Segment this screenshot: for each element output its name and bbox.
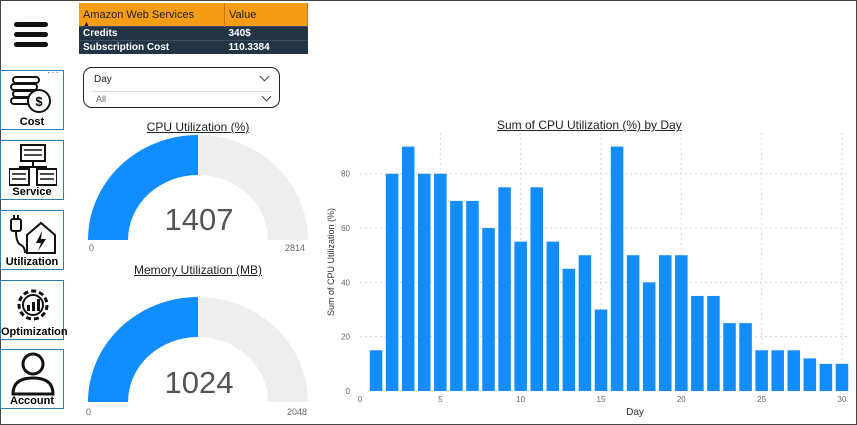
chevron-down-icon[interactable] xyxy=(261,91,272,102)
money-stack-icon: $ xyxy=(10,76,51,113)
nav-cost-label: Cost xyxy=(19,116,45,128)
row-value: 340$ xyxy=(224,26,308,41)
cpu-gauge-title: CPU Utilization (%) xyxy=(146,120,250,134)
bar xyxy=(803,358,817,391)
x-tick-label: 20 xyxy=(677,395,686,404)
aws-cost-table: Amazon Web Services Value Credits 340$ S… xyxy=(79,3,308,54)
y-axis-label: Sum of CPU Utilization (%) xyxy=(326,208,336,316)
svg-text:$: $ xyxy=(35,94,43,109)
slicer-dropdown[interactable]: All xyxy=(92,91,272,105)
table-header-row: Amazon Web Services Value xyxy=(79,3,308,27)
y-tick-label: 20 xyxy=(341,333,350,342)
y-tick-label: 60 xyxy=(341,224,350,233)
bar xyxy=(707,295,720,391)
row-label: Subscription Cost xyxy=(79,40,225,54)
nav-account-label: Account xyxy=(10,395,54,407)
x-tick-label: 30 xyxy=(838,395,847,404)
bar xyxy=(530,187,543,391)
day-slicer[interactable]: Day All xyxy=(83,67,280,108)
x-tick-label: 5 xyxy=(438,395,443,404)
menu-icon[interactable] xyxy=(14,22,48,48)
x-tick-label: 0 xyxy=(358,395,363,404)
x-tick-label: 25 xyxy=(757,395,766,404)
slicer-selected-value: All xyxy=(96,94,107,104)
x-tick-label: 15 xyxy=(597,395,606,404)
bar xyxy=(385,173,399,391)
bar xyxy=(658,255,672,391)
bar xyxy=(417,173,431,391)
memory-gauge-value: 1024 xyxy=(164,365,234,400)
row-label: Credits xyxy=(79,26,225,41)
bar xyxy=(482,228,495,391)
bar xyxy=(723,323,736,391)
bar xyxy=(755,350,768,391)
nav-service-label: Service xyxy=(12,186,52,198)
bar xyxy=(562,268,576,391)
bar xyxy=(450,200,463,391)
bar xyxy=(578,255,592,391)
nav-service-button[interactable]: Service xyxy=(0,140,64,200)
plug-home-icon xyxy=(10,215,56,254)
nav-utilization-label: Utilization xyxy=(5,256,59,268)
bar xyxy=(546,241,560,391)
y-tick-label: 0 xyxy=(346,387,351,396)
bar xyxy=(771,350,784,391)
slicer-title: Day xyxy=(94,74,112,85)
bar xyxy=(610,146,624,391)
nav-optimization-button[interactable]: Optimization xyxy=(0,280,68,340)
memory-gauge-max: 2048 xyxy=(287,407,308,417)
cpu-by-day-bar-chart: 0 20 40 60 80 0 5 10 15 20 25 30 Day Sum of CPU Utili… xyxy=(326,133,850,418)
gear-chart-icon xyxy=(17,289,49,321)
y-tick-label: 80 xyxy=(341,170,350,179)
cpu-gauge-min: 0 xyxy=(89,243,95,253)
memory-gauge-min: 0 xyxy=(86,407,92,417)
nav-optimization-label: Optimization xyxy=(1,326,68,338)
column-header-value[interactable]: Value xyxy=(224,3,308,27)
server-network-icon xyxy=(9,144,57,186)
x-axis-label: Day xyxy=(626,407,644,418)
x-tick-label: 10 xyxy=(516,395,525,404)
cpu-gauge-max: 2814 xyxy=(285,243,306,253)
bar xyxy=(498,187,511,391)
row-value: 110.3384 xyxy=(224,40,308,54)
y-tick-label: 40 xyxy=(341,278,350,287)
bar xyxy=(434,173,447,391)
bar xyxy=(675,255,688,391)
nav-cost-button[interactable]: ··· $ Cost xyxy=(0,67,64,130)
bar xyxy=(642,282,656,391)
bar xyxy=(466,200,479,391)
column-header-service[interactable]: Amazon Web Services xyxy=(79,3,225,27)
bar xyxy=(401,146,415,391)
nav-account-button[interactable]: Account xyxy=(0,349,64,409)
slicer-collapse-chevron-icon[interactable] xyxy=(259,71,270,82)
bar xyxy=(691,295,704,391)
memory-gauge-title: Memory Utilization (MB) xyxy=(133,263,262,277)
bar xyxy=(514,241,527,391)
bar xyxy=(626,255,640,391)
table-row: Subscription Cost 110.3384 xyxy=(79,40,308,54)
user-icon xyxy=(11,352,55,396)
bar xyxy=(835,363,849,391)
cpu-gauge-value: 1407 xyxy=(164,202,234,237)
table-row: Credits 340$ xyxy=(79,26,308,41)
bar xyxy=(369,350,383,391)
bar xyxy=(787,350,801,391)
bar xyxy=(739,323,752,391)
sort-ascending-icon[interactable]: ▲ xyxy=(83,21,90,28)
bar xyxy=(819,363,833,391)
bar xyxy=(594,309,608,391)
nav-utilization-button[interactable]: Utilization xyxy=(0,210,64,270)
